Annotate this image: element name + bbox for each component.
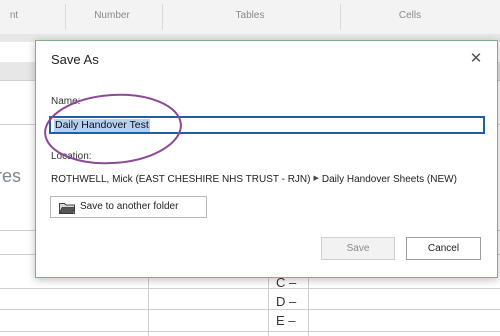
grid-line [0,331,500,332]
ribbon-header: nt Number Tables Cells [0,0,500,35]
grid-line [268,276,269,336]
folder-icon [59,203,75,214]
location-target-folder[interactable]: Daily Handover Sheets (NEW) [322,174,457,185]
grid-line [0,309,500,310]
ribbon-divider [65,4,66,30]
ribbon-tab-number[interactable]: Number [94,10,130,21]
location-label: Location: [51,151,92,162]
file-name-value: Daily Handover Test [54,119,150,132]
save-to-another-folder-label: Save to another folder [80,201,179,212]
row-label-e: E – [276,313,296,328]
row-label-d: D – [276,294,297,309]
ribbon-divider [340,4,341,30]
grid-line [0,288,500,289]
save-button[interactable]: Save [321,237,395,260]
location-breadcrumb: ROTHWELL, Mick (EAST CHESHIRE NHS TRUST … [51,174,457,185]
sheet-partial-text: res [0,166,22,186]
ribbon-tab-tables[interactable]: Tables [236,10,265,21]
ribbon-tab-partial[interactable]: nt [10,10,18,21]
dialog-title: Save As [51,52,99,67]
grid-line [308,276,309,336]
save-as-dialog: Save As ✕ Name: Daily Handover Test Loca… [35,40,498,278]
location-user-folder[interactable]: ROTHWELL, Mick (EAST CHESHIRE NHS TRUST … [51,174,310,185]
ribbon-tab-cells[interactable]: Cells [399,10,421,21]
save-to-another-folder-button[interactable]: Save to another folder [50,196,207,218]
grid-line [148,276,149,336]
chevron-right-icon: ▶ [313,175,319,182]
file-name-input[interactable]: Daily Handover Test [49,116,485,134]
close-icon[interactable]: ✕ [469,51,483,67]
ribbon-divider [162,4,163,30]
name-label: Name: [51,96,81,107]
cancel-button[interactable]: Cancel [406,237,481,260]
